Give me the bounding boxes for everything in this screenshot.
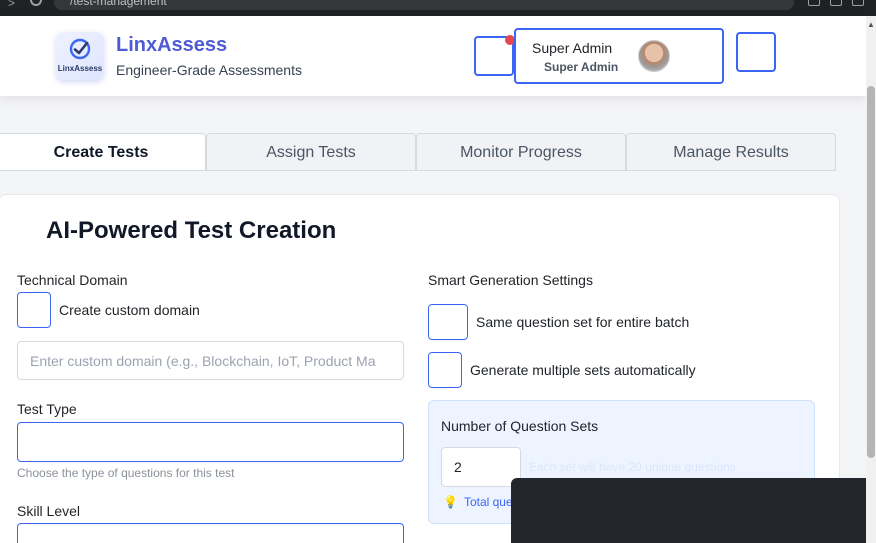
same-set-label: Same question set for entire batch bbox=[476, 314, 690, 330]
logo-text: LinxAssess bbox=[57, 64, 103, 73]
brand-name: LinxAssess bbox=[116, 34, 228, 56]
tab-manage-results[interactable]: Manage Results bbox=[626, 133, 836, 171]
custom-domain-input[interactable] bbox=[17, 341, 404, 380]
smart-settings-label: Smart Generation Settings bbox=[428, 272, 593, 288]
tab-monitor-progress[interactable]: Monitor Progress bbox=[416, 133, 626, 171]
brand-tagline: Engineer-Grade Assessments bbox=[116, 62, 302, 78]
overlay-panel bbox=[511, 478, 875, 543]
custom-domain-checkbox-label: Create custom domain bbox=[59, 302, 200, 318]
lightbulb-icon: 💡 bbox=[443, 495, 458, 509]
settings-button[interactable] bbox=[736, 32, 776, 72]
logo[interactable]: LinxAssess bbox=[56, 32, 104, 80]
number-of-sets-label: Number of Question Sets bbox=[441, 418, 599, 434]
same-set-checkbox[interactable] bbox=[428, 304, 468, 340]
test-type-label: Test Type bbox=[17, 401, 77, 417]
total-questions-text: 💡 Total que bbox=[443, 495, 513, 509]
test-type-select[interactable] bbox=[17, 422, 404, 462]
user-menu-button[interactable]: Super Admin Super Admin bbox=[514, 28, 724, 84]
browser-chrome: > /test-management bbox=[0, 0, 876, 16]
technical-domain-label: Technical Domain bbox=[17, 272, 128, 288]
tab-create-tests[interactable]: Create Tests bbox=[0, 133, 206, 171]
address-bar[interactable]: /test-management bbox=[54, 0, 794, 10]
skill-level-select[interactable] bbox=[17, 523, 404, 543]
total-questions-label: Total que bbox=[463, 495, 513, 509]
scrollbar-thumb[interactable] bbox=[867, 86, 875, 458]
sets-note: Each set will have 20 unique questions bbox=[529, 460, 736, 474]
multiple-sets-label: Generate multiple sets automatically bbox=[470, 362, 696, 378]
number-of-sets-input[interactable] bbox=[441, 447, 521, 487]
custom-domain-checkbox[interactable] bbox=[17, 292, 51, 328]
card-title: AI-Powered Test Creation bbox=[46, 217, 337, 244]
skill-level-label: Skill Level bbox=[17, 503, 81, 519]
user-name: Super Admin bbox=[532, 40, 613, 56]
avatar bbox=[638, 40, 670, 72]
scroll-up-icon[interactable]: ▲ bbox=[866, 20, 876, 29]
check-badge-icon bbox=[69, 38, 91, 60]
address-bar-text: /test-management bbox=[70, 0, 167, 8]
extensions-icon[interactable] bbox=[808, 0, 820, 6]
window-icon[interactable] bbox=[852, 0, 864, 6]
test-type-hint: Choose the type of questions for this te… bbox=[17, 466, 235, 480]
user-role: Super Admin bbox=[544, 60, 619, 74]
app-header: LinxAssess LinxAssess Engineer-Grade Ass… bbox=[0, 16, 866, 96]
tab-assign-tests[interactable]: Assign Tests bbox=[206, 133, 416, 171]
reload-icon[interactable] bbox=[30, 0, 42, 6]
edit-icon[interactable] bbox=[830, 0, 842, 6]
multiple-sets-checkbox[interactable] bbox=[428, 352, 462, 388]
back-icon[interactable]: > bbox=[8, 0, 15, 10]
